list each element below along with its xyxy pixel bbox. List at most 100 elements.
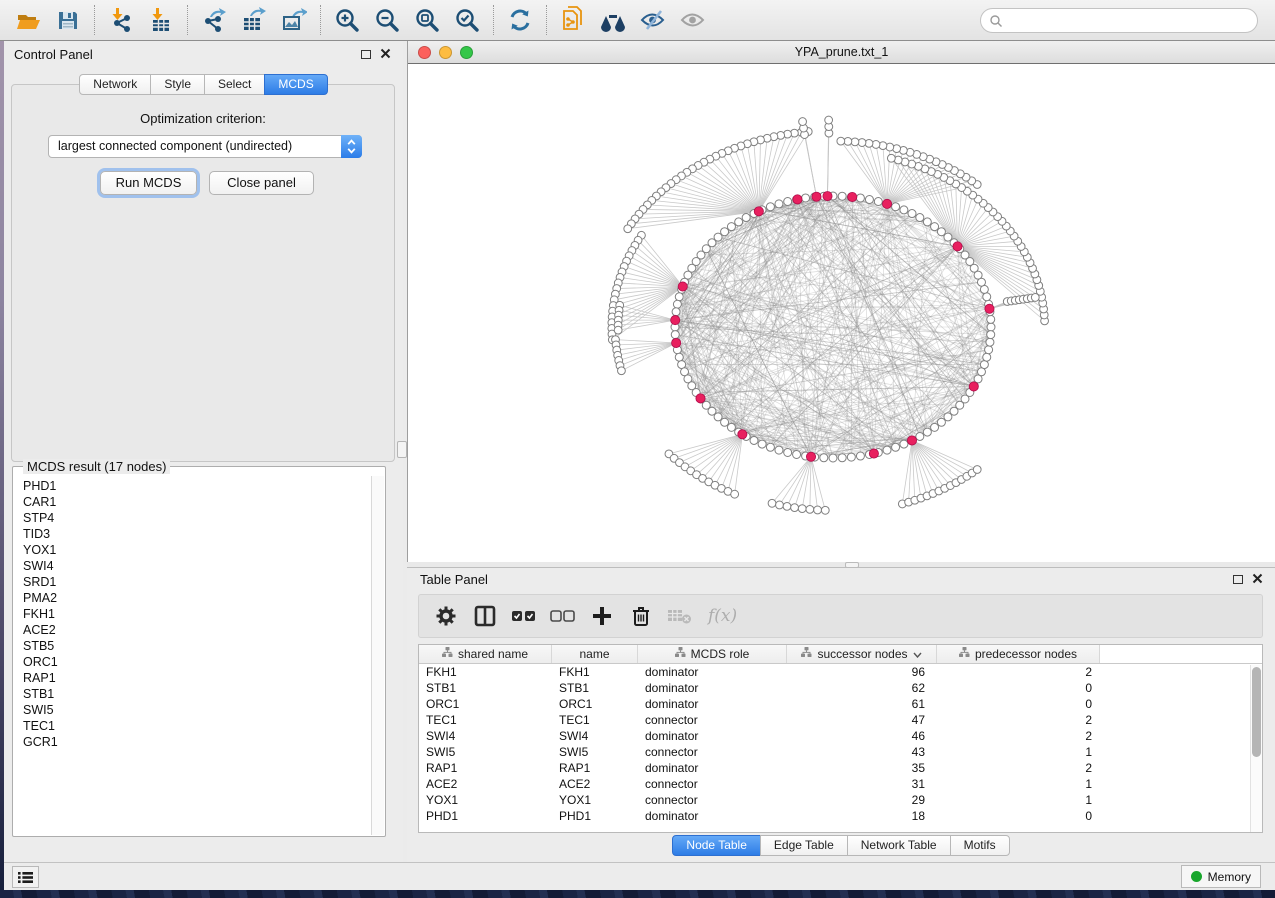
float-table-panel-icon[interactable]: [1233, 575, 1243, 584]
table-settings-icon[interactable]: [433, 603, 459, 629]
graph-fan-node[interactable]: [973, 466, 981, 474]
graph-node[interactable]: [931, 223, 939, 231]
save-session-icon[interactable]: [48, 3, 88, 37]
graph-node[interactable]: [750, 436, 758, 444]
criterion-dropdown[interactable]: largest connected component (undirected): [48, 135, 362, 158]
graph-fan-node[interactable]: [814, 506, 822, 514]
graph-node[interactable]: [916, 432, 924, 440]
graph-node[interactable]: [931, 423, 939, 431]
graph-node[interactable]: [883, 446, 891, 454]
graph-mcds-node[interactable]: [806, 452, 815, 461]
result-node-item[interactable]: ORC1: [23, 654, 371, 670]
graph-node[interactable]: [986, 338, 994, 346]
close-panel-button[interactable]: Close panel: [209, 171, 314, 195]
graph-mcds-node[interactable]: [812, 192, 821, 201]
graph-node[interactable]: [987, 315, 995, 323]
show-graphics-details-icon[interactable]: [673, 3, 713, 37]
graph-node[interactable]: [944, 233, 952, 241]
graph-mcds-node[interactable]: [848, 192, 857, 201]
search-input[interactable]: [1003, 11, 1257, 31]
table-row[interactable]: FKH1FKH1dominator962: [419, 664, 1262, 680]
table-row[interactable]: STB1STB1dominator620: [419, 680, 1262, 696]
tab-node-table[interactable]: Node Table: [672, 835, 761, 856]
graph-fan-node[interactable]: [821, 506, 829, 514]
dropdown-stepper-icon[interactable]: [341, 135, 362, 158]
hide-graphics-details-icon[interactable]: [633, 3, 673, 37]
graph-node[interactable]: [980, 361, 988, 369]
result-scrollbar[interactable]: [371, 476, 384, 835]
graph-node[interactable]: [766, 443, 774, 451]
result-node-item[interactable]: STP4: [23, 510, 371, 526]
export-image-icon[interactable]: [274, 3, 314, 37]
graph-fan-node[interactable]: [776, 501, 784, 509]
show-columns-icon[interactable]: [472, 603, 498, 629]
network-overview-icon[interactable]: [593, 3, 633, 37]
export-network-icon[interactable]: [194, 3, 234, 37]
graph-node[interactable]: [838, 192, 846, 200]
graph-mcds-node[interactable]: [793, 195, 802, 204]
graph-node[interactable]: [923, 218, 931, 226]
graph-node[interactable]: [923, 428, 931, 436]
table-row[interactable]: SWI4SWI4dominator462: [419, 728, 1262, 744]
result-node-item[interactable]: PMA2: [23, 590, 371, 606]
tab-select[interactable]: Select: [204, 74, 265, 95]
import-table-icon[interactable]: [141, 3, 181, 37]
search-field[interactable]: [980, 8, 1258, 33]
graph-fan-node[interactable]: [614, 326, 622, 334]
graph-node[interactable]: [856, 452, 864, 460]
graph-fan-node[interactable]: [624, 225, 632, 233]
zoom-selected-icon[interactable]: [447, 3, 487, 37]
graph-fan-node[interactable]: [731, 490, 739, 498]
graph-mcds-node[interactable]: [823, 191, 832, 200]
graph-node[interactable]: [838, 454, 846, 462]
graph-mcds-node[interactable]: [671, 316, 680, 325]
graph-node[interactable]: [937, 228, 945, 236]
graph-node[interactable]: [900, 440, 908, 448]
close-table-panel-icon[interactable]: [1252, 573, 1263, 584]
graph-fan-node[interactable]: [837, 137, 845, 145]
vertical-splitter-grip[interactable]: [397, 441, 407, 458]
column-header-successor-nodes[interactable]: successor nodes: [787, 645, 937, 663]
graph-node[interactable]: [672, 308, 680, 316]
select-all-icon[interactable]: [511, 603, 537, 629]
graph-node[interactable]: [983, 353, 991, 361]
graph-fan-node[interactable]: [791, 504, 799, 512]
share-document-icon[interactable]: [553, 3, 593, 37]
node-table[interactable]: shared namenameMCDS rolesuccessor nodesp…: [418, 644, 1263, 833]
result-node-item[interactable]: TID3: [23, 526, 371, 542]
graph-fan-node[interactable]: [618, 367, 626, 375]
graph-node[interactable]: [675, 293, 683, 301]
tab-style[interactable]: Style: [150, 74, 205, 95]
result-node-item[interactable]: STB1: [23, 686, 371, 702]
graph-mcds-node[interactable]: [672, 338, 681, 347]
export-table-icon[interactable]: [234, 3, 274, 37]
result-node-item[interactable]: YOX1: [23, 542, 371, 558]
graph-fan-node[interactable]: [783, 502, 791, 510]
graph-node[interactable]: [727, 423, 735, 431]
graph-node[interactable]: [727, 223, 735, 231]
task-history-button[interactable]: [12, 866, 39, 888]
graph-node[interactable]: [865, 196, 873, 204]
graph-node[interactable]: [987, 331, 995, 339]
graph-node[interactable]: [775, 446, 783, 454]
graph-mcds-node[interactable]: [678, 282, 687, 291]
tab-motifs[interactable]: Motifs: [950, 835, 1010, 856]
graph-node[interactable]: [766, 203, 774, 211]
graph-mcds-node[interactable]: [882, 199, 891, 208]
graph-node[interactable]: [820, 454, 828, 462]
tab-network[interactable]: Network: [79, 74, 151, 95]
graph-node[interactable]: [735, 218, 743, 226]
close-panel-icon[interactable]: [380, 48, 391, 59]
result-node-item[interactable]: PHD1: [23, 478, 371, 494]
table-row[interactable]: ORC1ORC1dominator610: [419, 696, 1262, 712]
table-row[interactable]: TEC1TEC1connector472: [419, 712, 1262, 728]
graph-mcds-node[interactable]: [969, 382, 978, 391]
network-graph[interactable]: [408, 65, 1275, 562]
table-scrollbar[interactable]: [1250, 665, 1262, 832]
tab-edge-table[interactable]: Edge Table: [760, 835, 848, 856]
mcds-result-list[interactable]: PHD1CAR1STP4TID3YOX1SWI4SRD1PMA2FKH1ACE2…: [14, 476, 371, 835]
column-header-predecessor-nodes[interactable]: predecessor nodes: [937, 645, 1100, 663]
result-node-item[interactable]: RAP1: [23, 670, 371, 686]
column-header-name[interactable]: name: [552, 645, 638, 663]
table-row[interactable]: PHD1PHD1dominator180: [419, 808, 1262, 824]
